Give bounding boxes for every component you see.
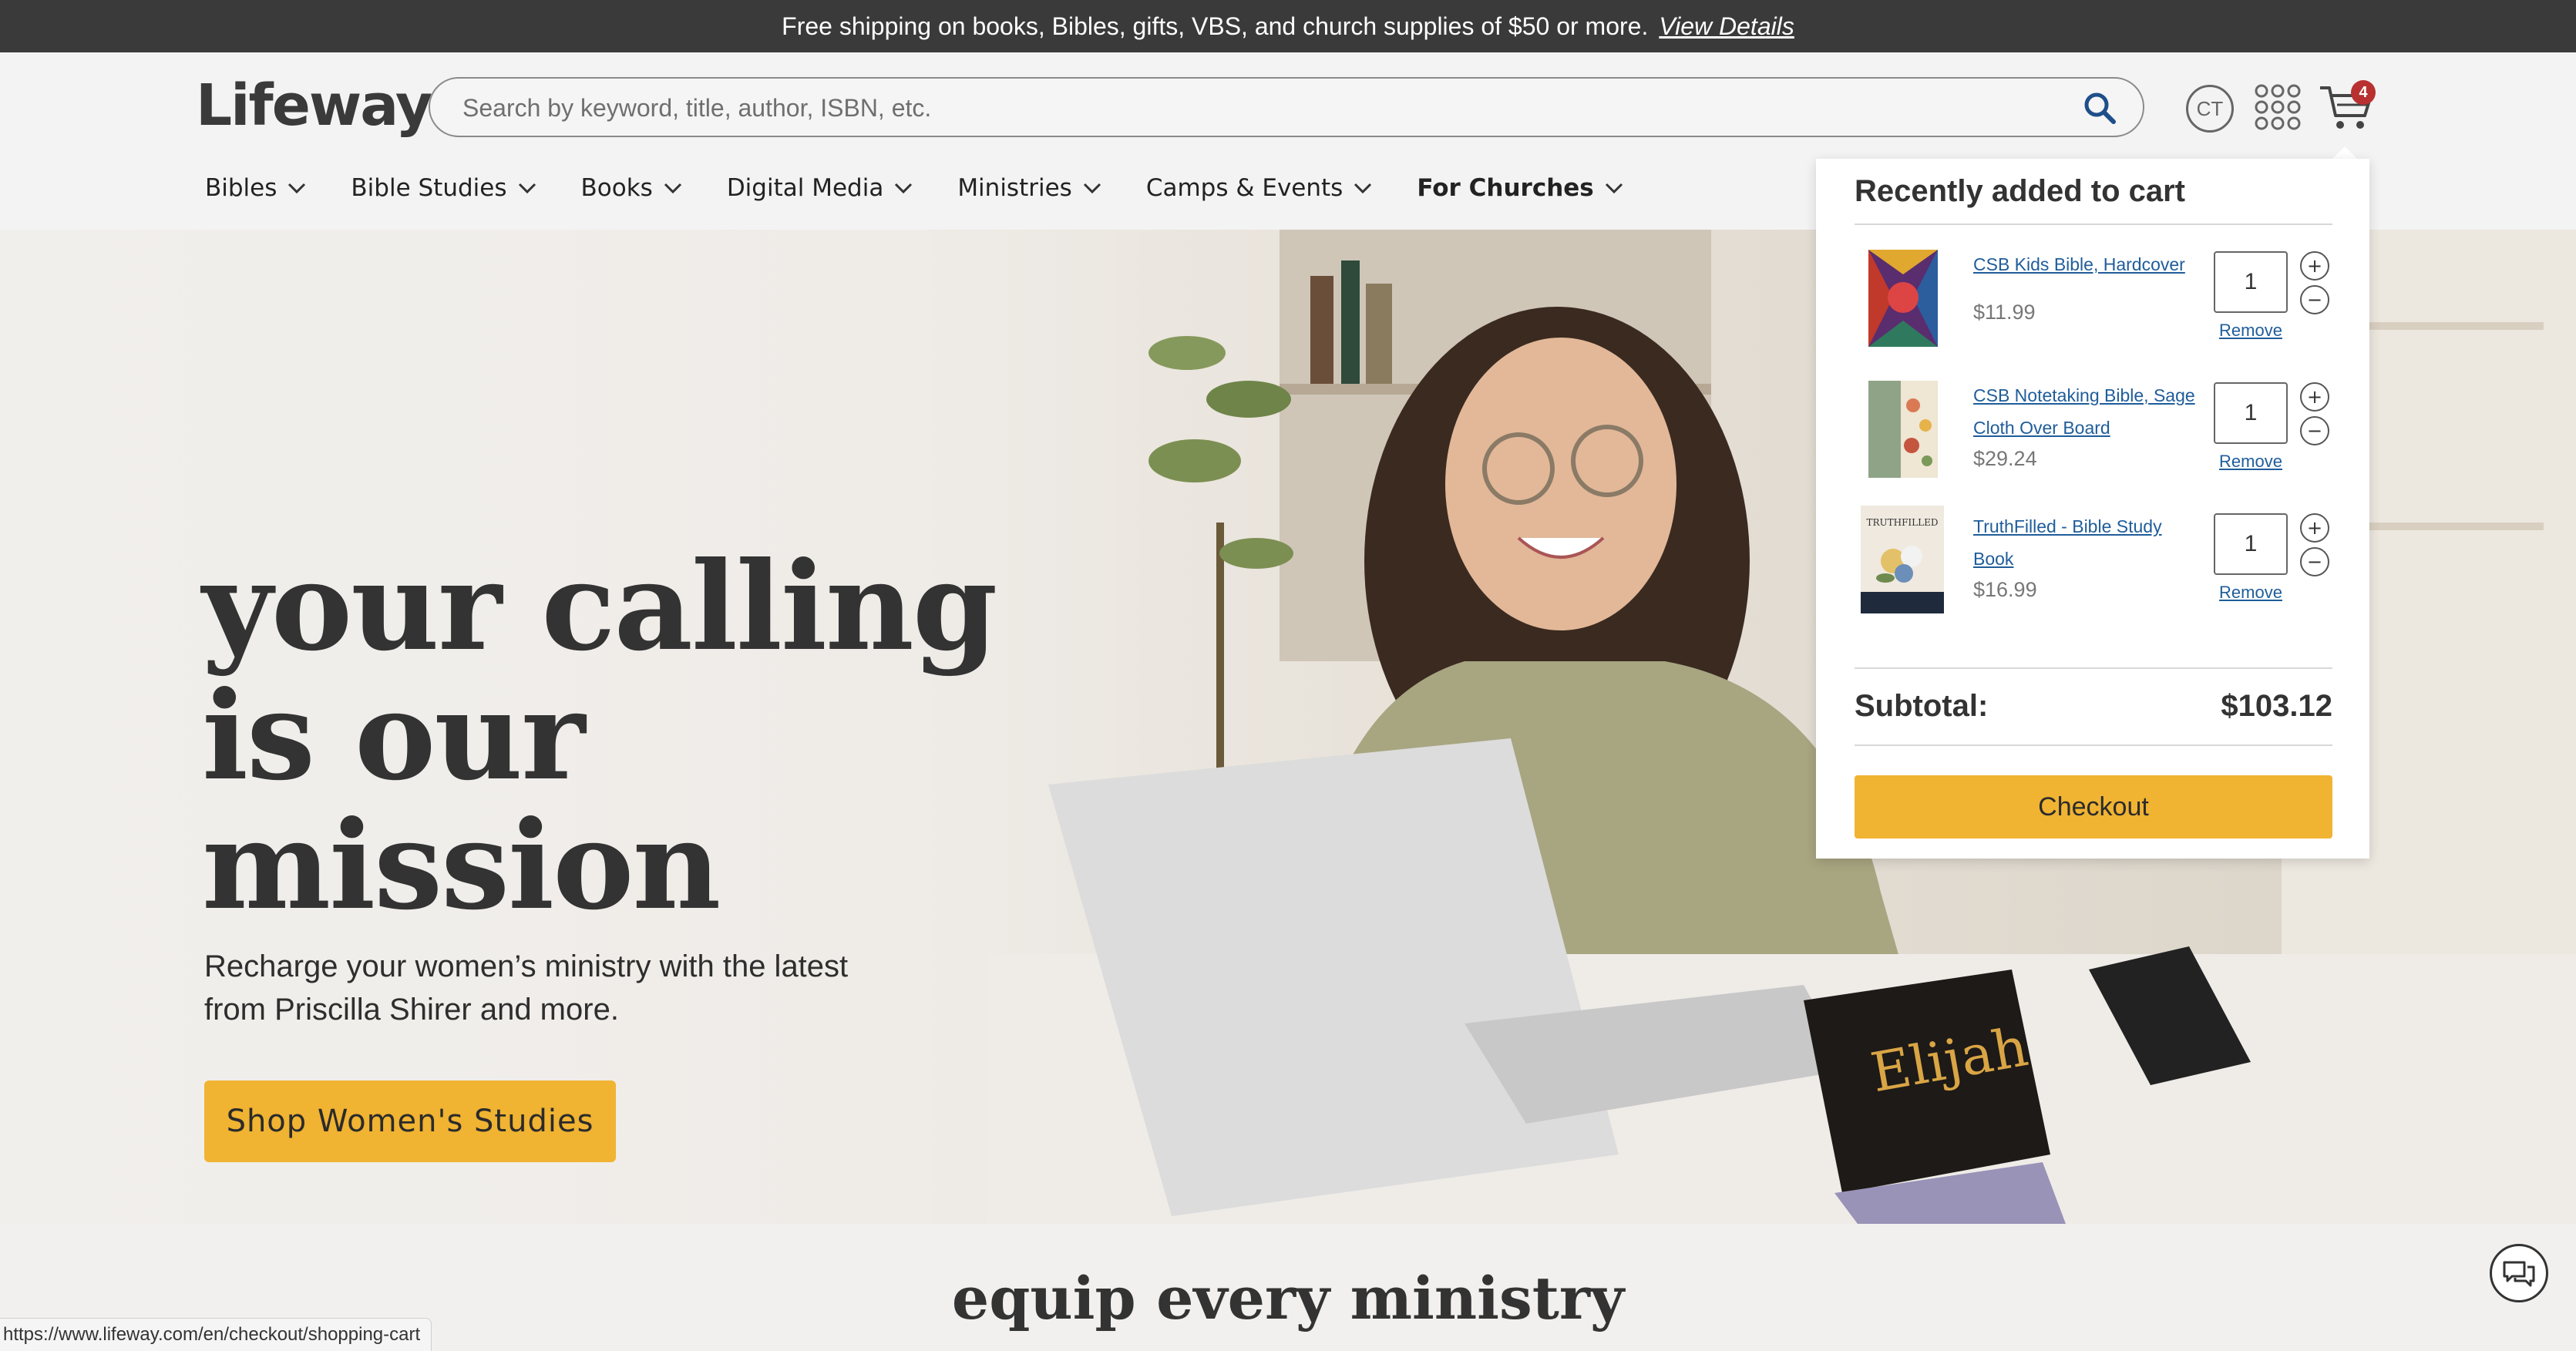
- chat-button[interactable]: [2490, 1244, 2548, 1302]
- hero-title-line: is our: [202, 665, 585, 808]
- search-input[interactable]: [461, 86, 2067, 129]
- nav-label: Bibles: [205, 174, 277, 202]
- decrease-quantity-button[interactable]: −: [2300, 547, 2329, 576]
- search-bar[interactable]: [429, 77, 2144, 137]
- cart-count-badge: 4: [2351, 80, 2376, 105]
- product-thumbnail[interactable]: [1855, 375, 1950, 482]
- nav-books[interactable]: Books: [581, 174, 682, 202]
- account-avatar[interactable]: CT: [2186, 85, 2234, 133]
- cart-item: CSB Kids Bible, Hardcover $11.99 + − Rem…: [1855, 244, 2332, 367]
- decrease-quantity-button[interactable]: −: [2300, 285, 2329, 314]
- checkout-button[interactable]: Checkout: [1855, 775, 2332, 838]
- chevron-down-icon: [1083, 183, 1101, 193]
- subtotal-label: Subtotal:: [1855, 689, 1989, 723]
- product-thumbnail[interactable]: [1855, 244, 1950, 351]
- product-name-link[interactable]: TruthFilled - Bible Study Book: [1973, 510, 2204, 575]
- main-nav: Bibles Bible Studies Books Digital Media…: [205, 174, 1668, 202]
- quantity-input[interactable]: [2214, 251, 2288, 313]
- decrease-quantity-button[interactable]: −: [2300, 416, 2329, 445]
- nav-camps-events[interactable]: Camps & Events: [1146, 174, 1373, 202]
- nav-ministries[interactable]: Ministries: [957, 174, 1101, 202]
- remove-item-link[interactable]: Remove: [2214, 583, 2288, 603]
- product-name-link[interactable]: CSB Kids Bible, Hardcover: [1973, 248, 2204, 281]
- minicart-popover: Recently added to cart CSB Kids Bible, H…: [1816, 159, 2369, 859]
- increase-quantity-button[interactable]: +: [2300, 251, 2329, 281]
- divider: [1855, 744, 2332, 746]
- chevron-down-icon: [1605, 183, 1623, 193]
- nav-label: Bible Studies: [351, 174, 507, 202]
- promo-bar: Free shipping on books, Bibles, gifts, V…: [0, 0, 2576, 52]
- shop-womens-studies-button[interactable]: Shop Women's Studies: [204, 1080, 616, 1162]
- product-price: $11.99: [1973, 301, 2036, 324]
- nav-digital-media[interactable]: Digital Media: [727, 174, 913, 202]
- nav-label: For Churches: [1417, 174, 1594, 202]
- remove-item-link[interactable]: Remove: [2214, 452, 2288, 472]
- lifeway-logo[interactable]: Lifeway: [196, 72, 432, 139]
- nav-for-churches[interactable]: For Churches: [1417, 174, 1623, 202]
- hero-title-line: mission: [202, 795, 721, 937]
- product-name-link[interactable]: CSB Notetaking Bible, Sage Cloth Over Bo…: [1973, 379, 2204, 444]
- chevron-down-icon: [1354, 183, 1372, 193]
- chevron-down-icon: [895, 183, 913, 193]
- cart-item: CSB Notetaking Bible, Sage Cloth Over Bo…: [1855, 375, 2332, 498]
- chevron-down-icon: [288, 183, 306, 193]
- chevron-down-icon: [664, 183, 681, 193]
- nav-label: Books: [580, 174, 653, 202]
- nav-label: Ministries: [957, 174, 1072, 202]
- nav-bibles[interactable]: Bibles: [205, 174, 306, 202]
- hero-title: your calling is our mission: [202, 543, 1050, 931]
- remove-item-link[interactable]: Remove: [2214, 321, 2288, 341]
- quantity-input[interactable]: [2214, 382, 2288, 444]
- search-icon[interactable]: [2083, 91, 2117, 125]
- nav-label: Digital Media: [726, 174, 884, 202]
- divider: [1855, 223, 2332, 225]
- status-bar-url: https://www.lifeway.com/en/checkout/shop…: [0, 1318, 432, 1351]
- product-price: $29.24: [1973, 447, 2037, 470]
- increase-quantity-button[interactable]: +: [2300, 513, 2329, 543]
- hero-subtitle: Recharge your women’s ministry with the …: [204, 949, 849, 1027]
- view-details-link[interactable]: View Details: [1659, 12, 1794, 41]
- nav-bible-studies[interactable]: Bible Studies: [351, 174, 536, 202]
- product-price: $16.99: [1973, 578, 2037, 601]
- increase-quantity-button[interactable]: +: [2300, 382, 2329, 412]
- app-grid-icon[interactable]: [2254, 83, 2302, 131]
- hero-title-line: your calling: [202, 536, 997, 678]
- minicart-title: Recently added to cart: [1855, 174, 2186, 208]
- cart-item: TRUTHFILLED TruthFilled - Bible Study Bo…: [1855, 506, 2332, 629]
- book-cover-title: TRUTHFILLED: [1866, 517, 1938, 528]
- chat-icon: [2503, 1261, 2535, 1287]
- product-thumbnail[interactable]: TRUTHFILLED: [1855, 506, 1950, 613]
- quantity-input[interactable]: [2214, 513, 2288, 575]
- subtotal-value: $103.12: [2221, 689, 2332, 723]
- chevron-down-icon: [518, 183, 536, 193]
- divider: [1855, 667, 2332, 669]
- nav-label: Camps & Events: [1145, 174, 1343, 202]
- promo-text: Free shipping on books, Bibles, gifts, V…: [782, 12, 1649, 40]
